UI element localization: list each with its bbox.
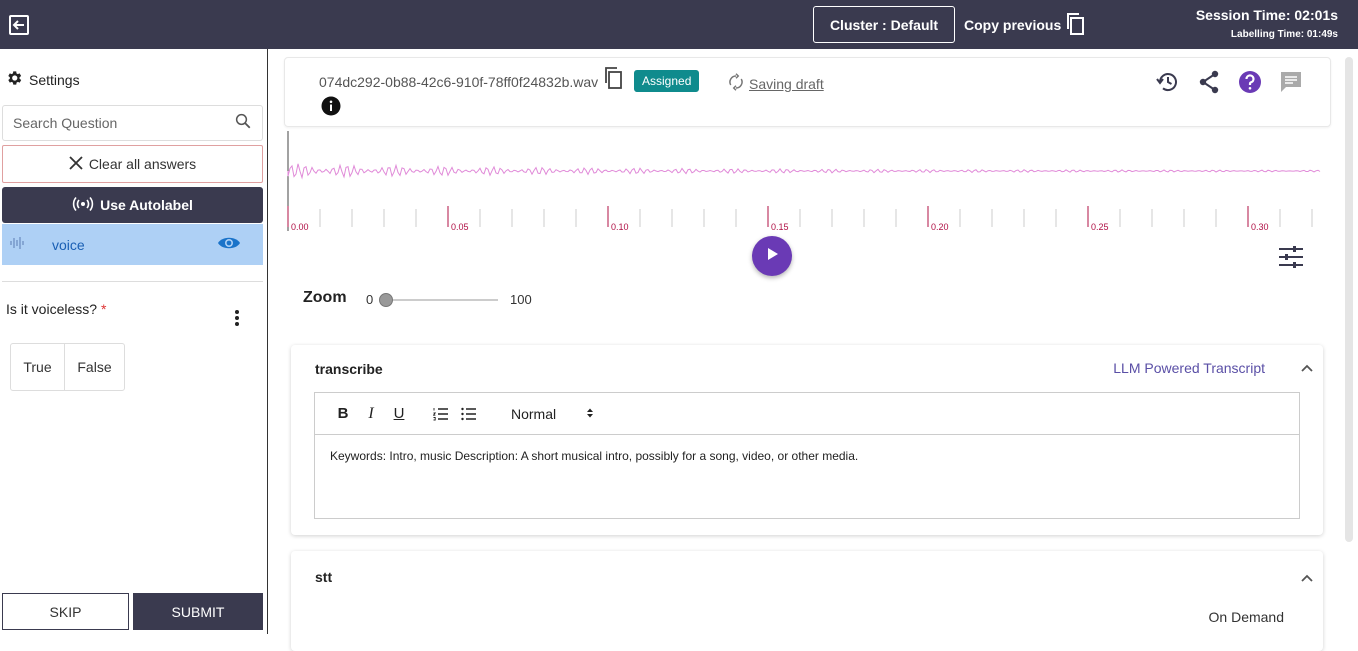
file-header-card: 074dc292-0b88-42c6-910f-78ff0f24832b.wav… [284,57,1331,127]
help-icon[interactable] [1238,70,1262,99]
ruler-tick-label: 0.20 [931,222,949,232]
zoom-min-label: 0 [366,292,374,307]
settings-link[interactable]: Settings [5,69,80,90]
option-false[interactable]: False [64,344,124,390]
saving-draft-label: Saving draft [749,75,824,92]
more-vert-icon[interactable] [234,309,240,332]
copy-icon[interactable] [603,66,623,95]
file-name: 074dc292-0b88-42c6-910f-78ff0f24832b.wav [319,74,599,90]
zoom-slider-handle[interactable] [379,293,393,307]
eye-icon[interactable] [217,234,241,255]
play-icon [765,247,779,266]
top-bar: Cluster : Default Copy previous Session … [0,0,1358,49]
card-actions [1156,70,1302,99]
info-icon[interactable] [321,96,341,121]
chevron-up-icon[interactable] [1301,569,1313,587]
bullet-list-icon[interactable] [455,407,483,421]
settings-label: Settings [29,71,80,88]
close-icon [69,155,83,173]
copy-previous-button[interactable]: Copy previous [964,8,1085,42]
divider [2,281,263,282]
bold-button[interactable]: B [329,405,357,422]
waveform[interactable]: 0.00 0.05 0.10 0.15 0.20 0.25 0.30 [286,131,1326,236]
question-label: Is it voiceless? * [6,301,106,317]
ordered-list-icon[interactable] [427,407,455,421]
cluster-button[interactable]: Cluster : Default [813,6,955,43]
option-true[interactable]: True [11,344,64,390]
ruler-tick-label: 0.10 [611,222,629,232]
main-area: 074dc292-0b88-42c6-910f-78ff0f24832b.wav… [270,49,1358,651]
zoom-max-label: 100 [510,292,532,307]
zoom-slider-track[interactable] [384,299,498,301]
transcribe-title: transcribe [315,361,383,377]
search-icon[interactable] [234,112,252,135]
session-time: Session Time: 02:01s [1195,7,1338,23]
copy-previous-label: Copy previous [964,17,1062,33]
italic-button[interactable]: I [357,405,385,423]
label-item-voice-label: voice [52,236,85,253]
label-item-voice[interactable]: voice [2,224,263,265]
exit-icon[interactable] [8,14,30,36]
ruler-tick-label: 0.05 [451,222,469,232]
transcribe-panel: transcribe LLM Powered Transcript B I U … [291,345,1323,535]
llm-powered-transcript-link[interactable]: LLM Powered Transcript [1113,360,1265,376]
ruler-tick-label: 0.25 [1091,222,1109,232]
ruler-tick-label: 0.00 [291,222,309,232]
editor-toolbar: B I U Normal [315,393,1299,435]
stt-title: stt [315,569,333,585]
saving-draft-status: Saving draft [727,73,824,94]
clear-all-answers-label: Clear all answers [88,156,197,172]
share-icon[interactable] [1198,70,1220,99]
text-format-value: Normal [511,405,557,422]
ruler-tick-label: 0.15 [771,222,789,232]
clear-all-answers-button[interactable]: Clear all answers [2,145,263,183]
search-input[interactable] [13,115,234,131]
search-box [2,105,263,141]
zoom-label: Zoom [303,289,347,306]
question-text: Is it voiceless? [6,301,98,317]
labelling-time: Labelling Time: 01:49s [1230,29,1338,40]
submit-button[interactable]: SUBMIT [133,593,263,630]
skip-button[interactable]: SKIP [2,593,129,630]
transcript-text[interactable]: Keywords: Intro, music Description: A sh… [315,435,1299,477]
copy-icon [1065,12,1085,39]
use-autolabel-button[interactable]: Use Autolabel [2,187,263,223]
status-badge: Assigned [634,70,700,92]
transcript-editor: B I U Normal Keywords: Intro, music Desc… [314,392,1300,519]
audio-settings-icon[interactable] [1278,244,1304,275]
gear-icon [5,69,23,90]
use-autolabel-label: Use Autolabel [100,197,193,213]
scrollbar[interactable] [1345,57,1353,542]
audio-wave-icon [10,236,24,253]
waveform-signal [287,163,1321,180]
sidebar: Settings Clear all answers Use Autolabel… [0,49,268,634]
history-icon[interactable] [1156,70,1180,99]
play-button[interactable] [752,236,792,276]
stt-panel: stt On Demand [291,551,1323,651]
chevron-up-icon[interactable] [1301,359,1313,377]
underline-button[interactable]: U [385,405,413,422]
text-format-select[interactable]: Normal [511,406,594,422]
required-mark: * [100,301,107,317]
select-arrows-icon [586,406,594,422]
ruler-tick-label: 0.30 [1251,222,1269,232]
true-false-toggle: True False [10,343,125,391]
on-demand-label: On Demand [1208,609,1284,625]
comment-icon[interactable] [1280,71,1302,98]
sync-icon [727,73,745,94]
broadcast-icon [72,196,94,215]
